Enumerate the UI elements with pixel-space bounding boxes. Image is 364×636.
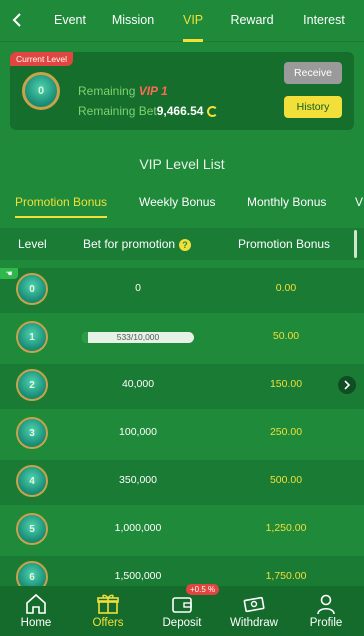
subtab-vip-more[interactable]: V (355, 188, 363, 220)
nav-home-label: Home (20, 617, 52, 629)
nav-withdraw[interactable]: Withdraw (218, 587, 290, 636)
header-bet: Bet for promotion? (83, 237, 192, 251)
row-bet: 1,000,000 (114, 522, 162, 534)
table-row: 4 350,000 500.00 (0, 460, 364, 505)
table-row: 5 1,000,000 1,250.00 (0, 508, 364, 553)
tab-mission[interactable]: Mission (110, 0, 156, 42)
row-level: 4 (29, 475, 35, 487)
row-bonus: 50.00 (272, 330, 300, 342)
remaining-bet-value: 9,466.54 (156, 104, 204, 118)
row-bonus: 500.00 (269, 474, 303, 486)
row-bonus: 1,750.00 (265, 570, 307, 582)
wallet-icon (172, 597, 192, 613)
help-icon[interactable]: ? (179, 239, 192, 251)
subtab-promotion-bonus[interactable]: Promotion Bonus (15, 188, 108, 220)
table-row: 6 1,500,000 1,750.00 (0, 556, 364, 586)
receive-button[interactable]: Receive (284, 62, 342, 84)
nav-withdraw-label: Withdraw (230, 617, 278, 629)
header-bonus: Promotion Bonus (238, 237, 331, 251)
row-bonus: 0.00 (275, 282, 297, 294)
deposit-bonus-badge: +0.5 % (186, 584, 220, 595)
vip-medal-icon: 0 (22, 72, 60, 110)
current-level-card: Current Level 0 Remaining VIP 1 Remainin… (10, 52, 354, 130)
vip-medal-icon: 1 (16, 321, 48, 353)
home-icon (26, 593, 46, 614)
header-bet-label: Bet for promotion (83, 237, 176, 251)
subtab-monthly-bonus[interactable]: Monthly Bonus (247, 188, 326, 220)
nav-profile-label: Profile (309, 617, 343, 629)
table-row: 1 533/10,000 50.00 (0, 316, 364, 361)
remaining-vip-text: Remaining VIP 1 (78, 84, 168, 98)
user-icon (317, 594, 335, 615)
tab-vip[interactable]: VIP (183, 0, 203, 42)
refresh-icon[interactable] (207, 106, 219, 117)
row-bonus: 250.00 (269, 426, 303, 438)
vip-medal-icon: 3 (16, 417, 48, 449)
row-bonus: 150.00 (269, 378, 303, 390)
vip-level-table: ☚ 0 0 0.00 1 533/10,000 50.00 2 40,000 1… (0, 268, 364, 586)
tab-interest[interactable]: Interest (302, 0, 346, 42)
remaining-bet-label: Remaining Bet (78, 104, 157, 118)
header-level: Level (18, 237, 47, 251)
tab-reward[interactable]: Reward (230, 0, 274, 42)
nav-home[interactable]: Home (0, 587, 72, 636)
row-bet: 100,000 (119, 426, 157, 438)
row-level: 1 (29, 331, 35, 343)
row-bet: 0 (135, 282, 141, 294)
top-nav: Event Mission VIP Reward Interest (0, 0, 364, 42)
nav-offers-label: Offers (92, 617, 124, 629)
vip-medal-icon: 4 (16, 465, 48, 497)
remaining-label: Remaining (78, 84, 136, 98)
tab-event[interactable]: Event (54, 0, 86, 42)
nav-offers[interactable]: Offers (72, 587, 144, 636)
table-row: 2 40,000 150.00 (0, 364, 364, 409)
table-header: Level Bet for promotion? Promotion Bonus (0, 228, 364, 260)
row-bet: 350,000 (119, 474, 157, 486)
remaining-vip-level: VIP 1 (138, 84, 168, 98)
row-bet: 1,500,000 (114, 570, 162, 582)
table-row: 3 100,000 250.00 (0, 412, 364, 457)
bottom-nav: Home Offers Deposit Withdraw Profile (0, 586, 364, 636)
progress-text: 533/10,000 (116, 332, 160, 342)
vip-medal-icon: 6 (16, 561, 48, 586)
row-level: 6 (29, 571, 35, 583)
row-level: 0 (29, 283, 35, 295)
chevron-left-icon[interactable] (8, 10, 26, 30)
vip-medal-icon: 5 (16, 513, 48, 545)
gift-icon (97, 594, 119, 614)
subtab-weekly-bonus[interactable]: Weekly Bonus (139, 188, 215, 220)
bonus-tabs: Promotion Bonus Weekly Bonus Monthly Bon… (0, 188, 364, 220)
chevron-right-icon[interactable] (338, 376, 356, 394)
current-level-number: 0 (37, 85, 45, 97)
row-bet: 40,000 (121, 378, 155, 390)
current-level-flag-icon: ☚ (0, 268, 18, 279)
promotion-progress-bar: 533/10,000 (82, 332, 194, 343)
vip-medal-icon: 2 (16, 369, 48, 401)
vip-medal-icon: 0 (16, 273, 48, 305)
scrollbar[interactable] (354, 230, 357, 258)
row-level: 5 (29, 523, 35, 535)
row-level: 2 (29, 379, 35, 391)
nav-profile[interactable]: Profile (290, 587, 362, 636)
row-bonus: 1,250.00 (265, 522, 307, 534)
vip-level-list-title: VIP Level List (139, 156, 225, 172)
row-level: 3 (29, 427, 35, 439)
nav-deposit-label: Deposit (162, 617, 202, 629)
cash-icon (243, 596, 265, 613)
remaining-bet-text: Remaining Bet9,466.54 (78, 104, 219, 118)
current-level-tag: Current Level (10, 52, 74, 66)
history-button[interactable]: History (284, 96, 342, 118)
table-row: ☚ 0 0 0.00 (0, 268, 364, 313)
